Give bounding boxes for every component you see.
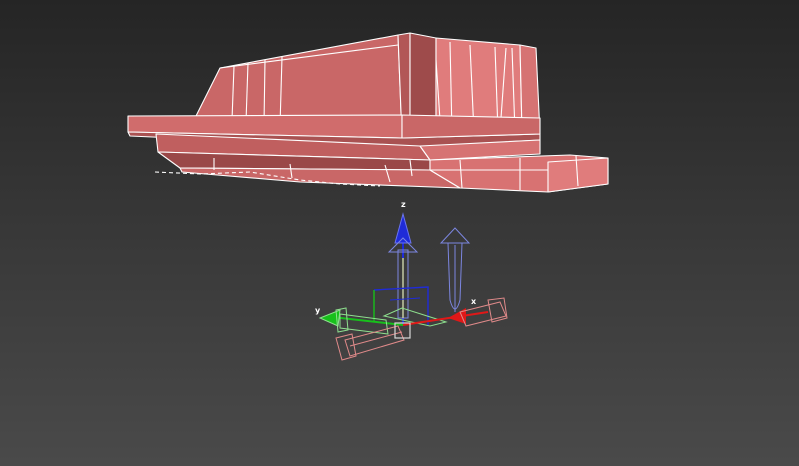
x-axis-label: x [471, 297, 477, 306]
mesh-face [179, 167, 461, 189]
y-axis-label: y [315, 306, 321, 315]
selected-mesh-object[interactable] [127, 32, 609, 193]
x-arrow-icon[interactable]: x [335, 297, 508, 361]
mesh-face [401, 114, 541, 139]
mesh-face [547, 157, 609, 193]
z-arrow-icon[interactable]: z [387, 200, 419, 325]
3d-viewport[interactable]: z y x [0, 0, 799, 466]
z-axis-label: z [401, 200, 406, 209]
z-ghost-arrow-icon [439, 227, 471, 312]
y-arrow-icon[interactable]: y [315, 306, 448, 335]
move-gizmo-icon[interactable]: z y x [315, 200, 508, 361]
viewport-canvas[interactable]: z y x [0, 0, 799, 466]
